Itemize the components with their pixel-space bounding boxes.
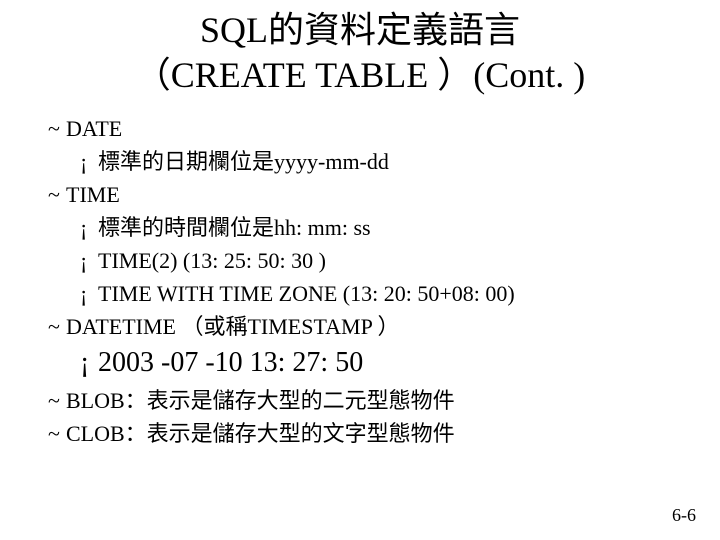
bullet-l1-icon: ~: [48, 310, 66, 343]
bullet-l2-icon: ¡: [80, 277, 98, 310]
item-blob-label: BLOB：表示是儲存大型的二元型態物件: [66, 384, 455, 417]
item-date-sub1-text: 標準的日期欄位是yyyy-mm-dd: [98, 145, 389, 178]
item-datetime: ~ DATETIME （或稱TIMESTAMP ）: [48, 310, 688, 343]
item-date-label: DATE: [66, 112, 122, 145]
slide-title: SQL的資料定義語言 （CREATE TABLE ）(Cont. ): [32, 8, 688, 98]
bullet-l1-icon: ~: [48, 112, 66, 145]
bullet-l2-icon: ¡: [80, 244, 98, 277]
item-blob: ~ BLOB：表示是儲存大型的二元型態物件: [48, 384, 688, 417]
item-time-sub3-text: TIME WITH TIME ZONE (13: 20: 50+08: 00): [98, 277, 515, 310]
slide-body: ~ DATE ¡ 標準的日期欄位是yyyy-mm-dd ~ TIME ¡ 標準的…: [32, 112, 688, 450]
bullet-l2-icon: ¡: [80, 343, 98, 384]
item-time-sub2: ¡ TIME(2) (13: 25: 50: 30 ): [80, 244, 688, 277]
page-number: 6-6: [672, 505, 696, 526]
bullet-l1-icon: ~: [48, 417, 66, 450]
bullet-l1-icon: ~: [48, 178, 66, 211]
bullet-l2-icon: ¡: [80, 145, 98, 178]
item-datetime-sub1: ¡ 2003 -07 -10 13: 27: 50: [80, 343, 688, 384]
title-line-1: SQL的資料定義語言: [200, 10, 520, 50]
item-time-label: TIME: [66, 178, 120, 211]
item-clob-label: CLOB：表示是儲存大型的文字型態物件: [66, 417, 455, 450]
item-datetime-sub1-text: 2003 -07 -10 13: 27: 50: [98, 343, 363, 384]
item-time: ~ TIME: [48, 178, 688, 211]
bullet-l1-icon: ~: [48, 384, 66, 417]
item-clob: ~ CLOB：表示是儲存大型的文字型態物件: [48, 417, 688, 450]
item-date: ~ DATE: [48, 112, 688, 145]
item-date-sub1: ¡ 標準的日期欄位是yyyy-mm-dd: [80, 145, 688, 178]
title-line-2: （CREATE TABLE ）(Cont. ): [135, 55, 585, 95]
item-time-sub3: ¡ TIME WITH TIME ZONE (13: 20: 50+08: 00…: [80, 277, 688, 310]
slide: SQL的資料定義語言 （CREATE TABLE ）(Cont. ) ~ DAT…: [0, 0, 720, 540]
bullet-l2-icon: ¡: [80, 211, 98, 244]
item-datetime-label: DATETIME （或稱TIMESTAMP ）: [66, 310, 400, 343]
item-time-sub2-text: TIME(2) (13: 25: 50: 30 ): [98, 244, 326, 277]
item-time-sub1: ¡ 標準的時間欄位是hh: mm: ss: [80, 211, 688, 244]
item-time-sub1-text: 標準的時間欄位是hh: mm: ss: [98, 211, 371, 244]
